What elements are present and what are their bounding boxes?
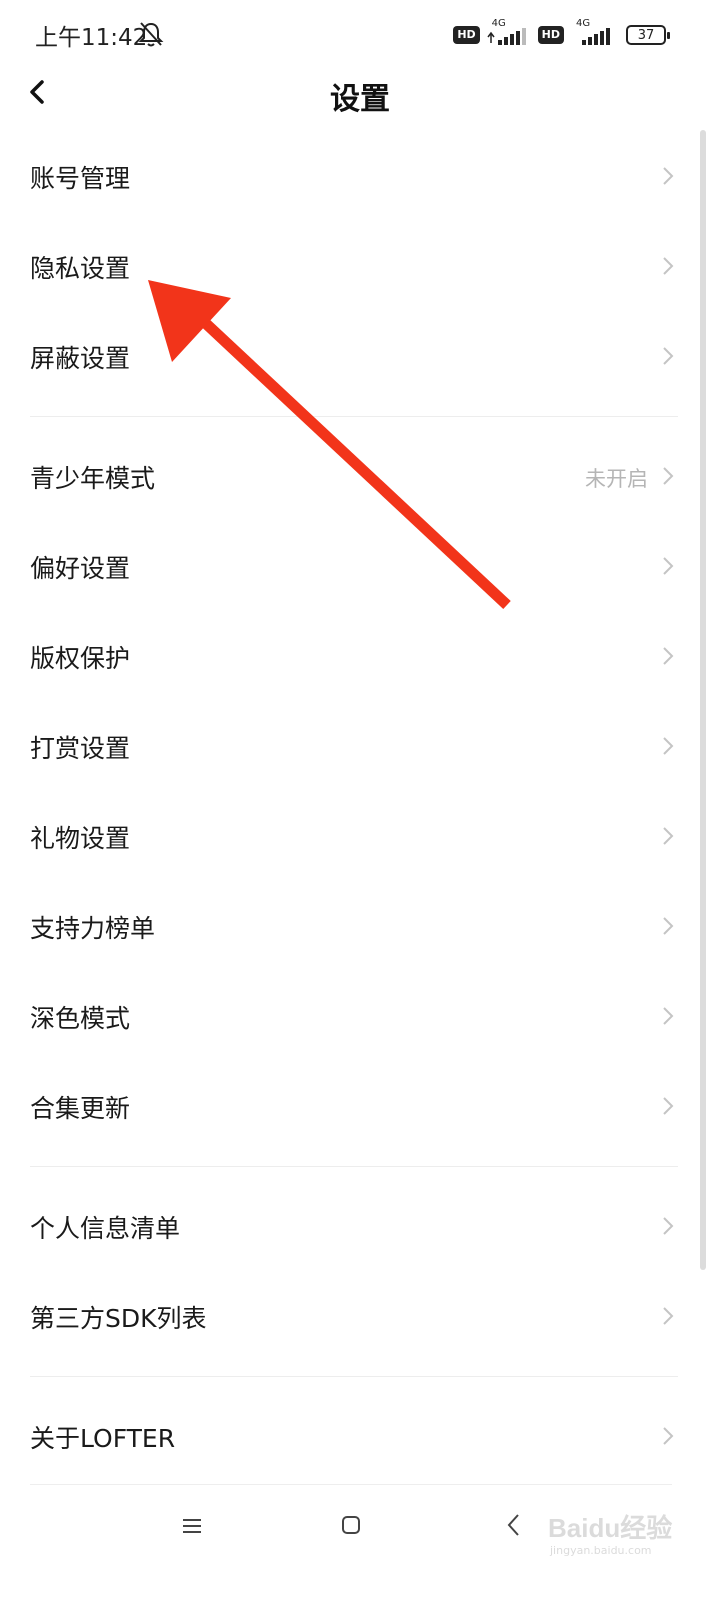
bell-off-icon bbox=[138, 22, 164, 47]
section-divider bbox=[0, 1362, 720, 1392]
settings-item-label: 个人信息清单 bbox=[30, 1214, 181, 1243]
settings-item-label: 偏好设置 bbox=[30, 554, 131, 583]
settings-item-label: 打赏设置 bbox=[30, 734, 131, 763]
settings-item-label: 关于LOFTER bbox=[30, 1424, 176, 1453]
status-time: 上午11:42 bbox=[35, 25, 148, 51]
settings-item-label: 深色模式 bbox=[30, 1004, 131, 1033]
settings-item-privacy[interactable]: 隐私设置 bbox=[0, 222, 720, 312]
settings-item-collection-updates[interactable]: 合集更新 bbox=[0, 1062, 720, 1152]
chevron-right-icon bbox=[663, 647, 674, 665]
signal-icon: 4G bbox=[570, 18, 616, 49]
signal-icon: 4G bbox=[486, 18, 532, 49]
watermark-url: jingyan.baidu.com bbox=[550, 1544, 652, 1557]
watermark-brand: Baidu经验 bbox=[548, 1513, 673, 1543]
menu-icon[interactable] bbox=[180, 1514, 204, 1538]
status-bar: 上午11:42 HD 4G HD 4G 37 bbox=[0, 0, 720, 70]
settings-item-label: 账号管理 bbox=[30, 164, 131, 193]
settings-item-label: 第三方SDK列表 bbox=[30, 1304, 207, 1333]
chevron-right-icon bbox=[663, 1097, 674, 1115]
settings-item-value: 未开启 bbox=[585, 467, 648, 491]
home-icon[interactable] bbox=[340, 1514, 362, 1536]
chevron-right-icon bbox=[663, 467, 674, 485]
chevron-right-icon bbox=[663, 917, 674, 935]
battery-icon: 37 bbox=[626, 25, 670, 45]
section-divider bbox=[0, 402, 720, 432]
settings-item-gifts[interactable]: 礼物设置 bbox=[0, 792, 720, 882]
settings-item-label: 青少年模式 bbox=[30, 464, 156, 493]
settings-item-tipping[interactable]: 打赏设置 bbox=[0, 702, 720, 792]
chevron-right-icon bbox=[663, 737, 674, 755]
chevron-right-icon bbox=[663, 1427, 674, 1445]
settings-item-teen-mode[interactable]: 青少年模式 未开启 bbox=[0, 432, 720, 522]
settings-item-third-party-sdk[interactable]: 第三方SDK列表 bbox=[0, 1272, 720, 1362]
chevron-right-icon bbox=[663, 257, 674, 275]
settings-item-label: 支持力榜单 bbox=[30, 914, 156, 943]
chevron-right-icon bbox=[663, 1007, 674, 1025]
settings-item-copyright[interactable]: 版权保护 bbox=[0, 612, 720, 702]
chevron-right-icon bbox=[663, 347, 674, 365]
system-nav-bar: Baidu经验 jingyan.baidu.com bbox=[0, 1484, 720, 1600]
status-indicators: HD 4G HD 4G 37 bbox=[453, 18, 670, 50]
settings-item-block[interactable]: 屏蔽设置 bbox=[0, 312, 720, 402]
hd-badge: HD bbox=[453, 26, 480, 44]
chevron-right-icon bbox=[663, 557, 674, 575]
header: 设置 bbox=[0, 70, 720, 120]
settings-item-dark-mode[interactable]: 深色模式 bbox=[0, 972, 720, 1062]
chevron-right-icon bbox=[663, 827, 674, 845]
watermark-logo: Baidu经验 jingyan.baidu.com bbox=[540, 1500, 690, 1560]
hd-badge: HD bbox=[537, 26, 564, 44]
settings-item-personal-info[interactable]: 个人信息清单 bbox=[0, 1182, 720, 1272]
nav-back-icon[interactable] bbox=[506, 1512, 522, 1538]
chevron-right-icon bbox=[663, 1307, 674, 1325]
settings-item-preferences[interactable]: 偏好设置 bbox=[0, 522, 720, 612]
settings-item-about[interactable]: 关于LOFTER bbox=[0, 1392, 720, 1482]
settings-item-label: 礼物设置 bbox=[30, 824, 131, 853]
battery-level: 37 bbox=[637, 27, 655, 43]
settings-list: 账号管理 隐私设置 屏蔽设置 青少年模式 未开启 偏好设置 版权保护 打赏设置 … bbox=[0, 132, 720, 1482]
page-title: 设置 bbox=[330, 82, 390, 117]
settings-item-support-ranking[interactable]: 支持力榜单 bbox=[0, 882, 720, 972]
settings-item-label: 版权保护 bbox=[30, 644, 131, 673]
settings-item-label: 合集更新 bbox=[30, 1094, 131, 1123]
settings-item-account[interactable]: 账号管理 bbox=[0, 132, 720, 222]
chevron-right-icon bbox=[663, 167, 674, 185]
section-divider bbox=[0, 1152, 720, 1182]
settings-item-label: 屏蔽设置 bbox=[30, 344, 131, 373]
settings-item-label: 隐私设置 bbox=[30, 254, 131, 283]
chevron-right-icon bbox=[663, 1217, 674, 1235]
